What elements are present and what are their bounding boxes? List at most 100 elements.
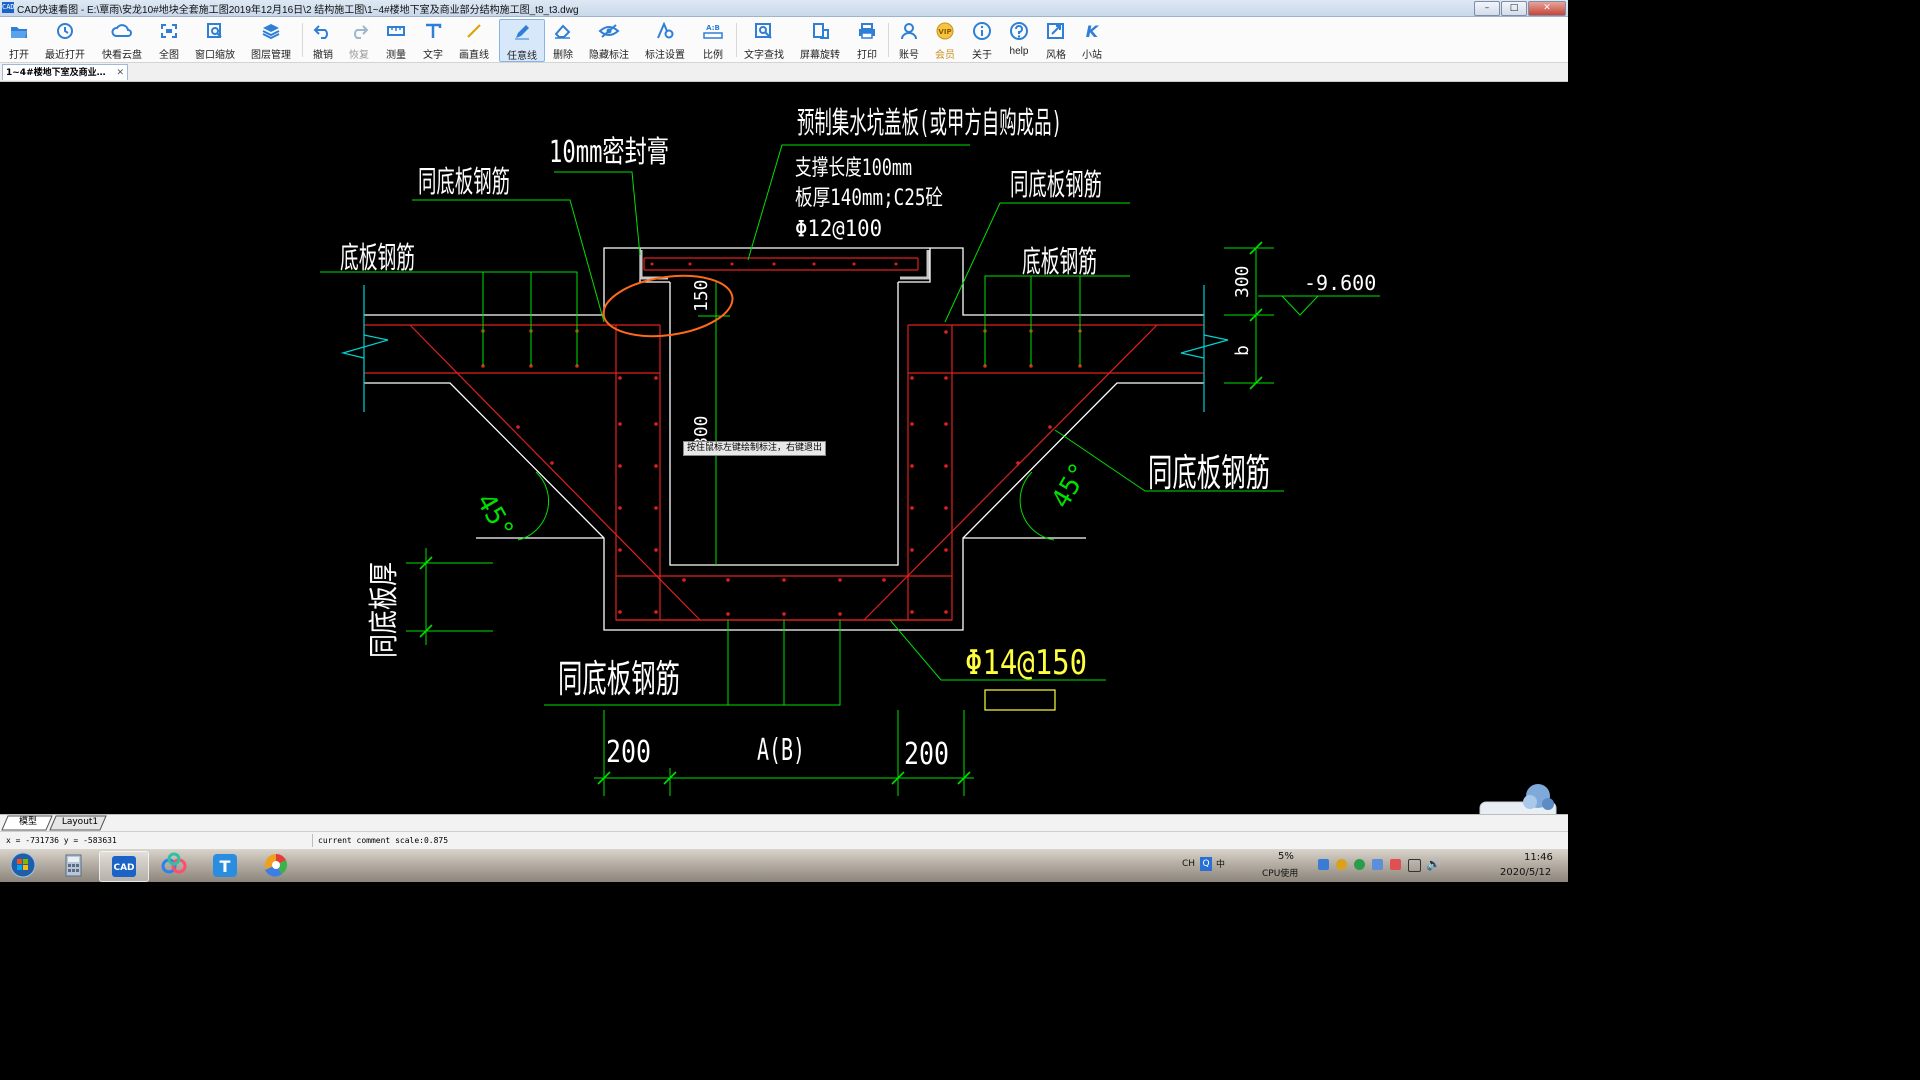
redo-button[interactable]: 恢复 — [344, 19, 374, 61]
zoom-window-icon — [192, 22, 238, 46]
dim-150: 150 — [691, 279, 712, 312]
measure-button[interactable]: 测量 — [381, 19, 411, 61]
ratio-label: 比例 — [703, 50, 723, 61]
minimize-button[interactable]: – — [1474, 1, 1500, 16]
annotation-settings-button[interactable]: 标注设置 — [642, 19, 688, 61]
ime-icon[interactable]: Q — [1200, 857, 1212, 871]
document-tab[interactable]: 1~4#楼地下室及商业… ✕ — [2, 64, 128, 80]
vip-icon: VIP — [930, 22, 960, 46]
comment-scale: current comment scale:0.875 — [318, 836, 449, 845]
fullview-icon — [154, 22, 184, 46]
line-icon — [455, 22, 493, 46]
baidu-netdisk-app[interactable] — [150, 851, 198, 880]
account-button[interactable]: 账号 — [894, 19, 924, 61]
sync-icon[interactable] — [1372, 859, 1383, 870]
maximize-button[interactable]: □ — [1501, 1, 1527, 16]
cursor-coordinates: x = -731736 y = -583631 — [6, 836, 117, 845]
svg-text:K: K — [1086, 22, 1100, 40]
hide-annotation-button[interactable]: 隐藏标注 — [586, 19, 632, 61]
open-label: 打开 — [9, 50, 29, 61]
find-text-button[interactable]: 文字查找 — [742, 19, 786, 61]
help-button[interactable]: help — [1004, 19, 1034, 60]
dim-200-left: 200 — [606, 735, 651, 770]
close-button[interactable]: ✕ — [1528, 1, 1566, 16]
cad-app[interactable]: CAD — [99, 851, 149, 882]
line-button[interactable]: 画直线 — [455, 19, 493, 61]
cloud-label: 快看云盘 — [102, 50, 142, 61]
label-rebar-bottom: Φ14@150 — [965, 643, 1087, 683]
label-same-rebar-top-right: 同底板钢筋 — [1010, 168, 1102, 203]
redo-label: 恢复 — [349, 50, 369, 61]
clock-time[interactable]: 11:46 — [1524, 852, 1553, 863]
hide-annotation-label: 隐藏标注 — [589, 50, 629, 61]
close-tab-icon[interactable]: ✕ — [116, 65, 124, 80]
ratio-button[interactable]: A:B 比例 — [698, 19, 728, 61]
svg-text:CAD: CAD — [113, 863, 134, 873]
undo-button[interactable]: 撤销 — [308, 19, 338, 61]
cpu-label: CPU使用 — [1262, 869, 1299, 879]
freeline-button[interactable]: 任意线 — [499, 19, 545, 62]
tab-layout1[interactable]: Layout1 — [55, 815, 105, 830]
label-support: 支撑长度100mm — [795, 156, 912, 181]
language-indicator[interactable]: CH — [1182, 859, 1195, 869]
network-icon[interactable] — [1318, 859, 1329, 870]
system-tray: CH Q 中 5% CPU使用 🔊 11:46 2020/5/12 — [1168, 849, 1568, 882]
title-bar: CAD CAD快速看图 - E:\覃雨\安龙10#地块全套施工图2019年12月… — [0, 0, 1568, 17]
start-button[interactable] — [2, 851, 44, 880]
layers-button[interactable]: 图层管理 — [248, 19, 294, 61]
tab-model[interactable]: 模型 — [8, 815, 48, 830]
rotate-screen-icon — [797, 22, 843, 46]
break-lines — [340, 285, 1229, 412]
printer-icon — [852, 22, 882, 46]
rebar-lines — [364, 257, 1204, 621]
tray-app-icon[interactable] — [1336, 859, 1347, 870]
about-button[interactable]: 关于 — [967, 19, 997, 61]
site-button[interactable]: K 小站 — [1077, 19, 1107, 61]
yellow-tag-box — [984, 689, 1056, 711]
rotate-screen-button[interactable]: 屏幕旋转 — [797, 19, 843, 61]
calculator-app[interactable] — [50, 851, 98, 880]
open-button[interactable]: 打开 — [4, 19, 34, 61]
label-top-title: 预制集水坑盖板(或甲方自购成品) — [797, 106, 1062, 141]
layout-tabs: 模型 Layout1 — [0, 814, 1568, 831]
dim-b: b — [1232, 345, 1253, 356]
layers-icon — [248, 22, 294, 46]
text-button[interactable]: 文字 — [418, 19, 448, 61]
fullview-label: 全图 — [159, 50, 179, 61]
fullview-button[interactable]: 全图 — [154, 19, 184, 61]
line-label: 画直线 — [459, 50, 489, 61]
site-k-icon: K — [1077, 22, 1107, 46]
notification-icon[interactable] — [1390, 859, 1401, 870]
svg-text:A:B: A:B — [706, 24, 720, 32]
main-toolbar: 打开 最近打开 快看云盘 全图 窗口缩放 图层管理 撤销 恢复 测量 文字 画直… — [0, 17, 1568, 63]
drawing-canvas[interactable]: 预制集水坑盖板(或甲方自购成品) 支撑长度100mm 板厚140mm;C25砼 … — [0, 82, 1568, 813]
vip-button[interactable]: VIP 会员 — [930, 19, 960, 61]
erase-button[interactable]: 删除 — [548, 19, 578, 61]
freeline-label: 任意线 — [507, 51, 537, 62]
eye-hide-icon — [586, 22, 632, 46]
folder-open-icon — [4, 22, 34, 46]
cloud-button[interactable]: 快看云盘 — [98, 19, 146, 61]
text-icon — [418, 22, 448, 46]
label-same-rebar-top-left: 同底板钢筋 — [418, 165, 510, 200]
security-icon[interactable] — [1354, 859, 1365, 870]
find-text-label: 文字查找 — [744, 50, 784, 61]
clock-date[interactable]: 2020/5/12 — [1500, 867, 1551, 878]
recent-button[interactable]: 最近打开 — [42, 19, 88, 61]
label-bottom-rebar-right: 底板钢筋 — [1022, 245, 1097, 280]
svg-text:T: T — [220, 857, 231, 876]
zoom-window-button[interactable]: 窗口缩放 — [192, 19, 238, 61]
style-button[interactable]: 风格 — [1041, 19, 1071, 61]
browser-app[interactable] — [252, 851, 300, 880]
cpu-percent: 5% — [1278, 851, 1294, 862]
erase-label: 删除 — [553, 50, 573, 61]
label-same-rebar-right: 同底板钢筋 — [1148, 451, 1270, 495]
display-icon[interactable] — [1408, 859, 1421, 872]
volume-icon[interactable]: 🔊 — [1426, 857, 1441, 871]
ime-mode[interactable]: 中 — [1216, 857, 1225, 870]
help-label: help — [1009, 46, 1029, 57]
text-app[interactable]: T — [201, 851, 249, 880]
zoom-window-label: 窗口缩放 — [195, 50, 235, 61]
app-logo-icon: CAD — [2, 2, 15, 13]
print-button[interactable]: 打印 — [852, 19, 882, 61]
